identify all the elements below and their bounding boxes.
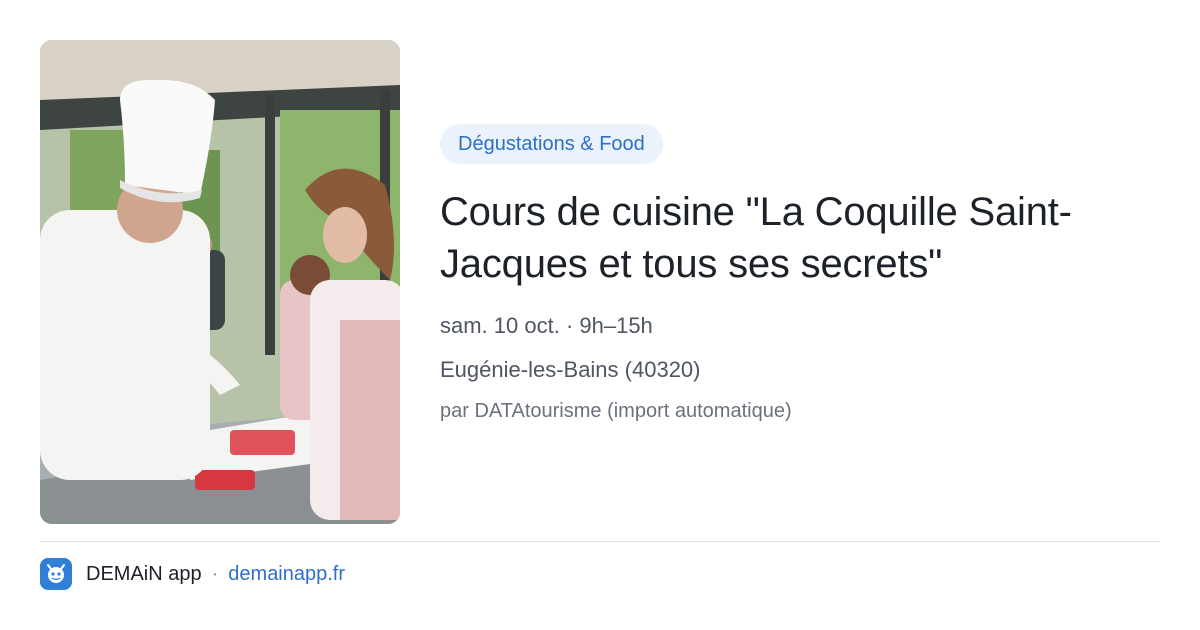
site-link[interactable]: demainapp.fr (228, 563, 345, 586)
footer: DEMAiN app · demainapp.fr (40, 558, 345, 590)
event-datetime: sam. 10 oct. · 9h–15h (440, 313, 653, 338)
event-photo (40, 40, 400, 524)
app-name[interactable]: DEMAiN app (86, 563, 202, 586)
event-title[interactable]: Cours de cuisine "La Coquille Saint-Jacq… (440, 186, 1170, 290)
demain-app-logo-icon[interactable] (40, 558, 72, 590)
event-info: Dégustations & Food Cours de cuisine "La… (440, 124, 1170, 424)
category-tag[interactable]: Dégustations & Food (440, 124, 663, 164)
footer-divider (40, 541, 1160, 542)
event-location: Eugénie-les-Bains (40320) (440, 357, 701, 382)
event-source: par DATAtourisme (import automatique) (440, 400, 792, 422)
footer-separator: · (211, 562, 219, 585)
